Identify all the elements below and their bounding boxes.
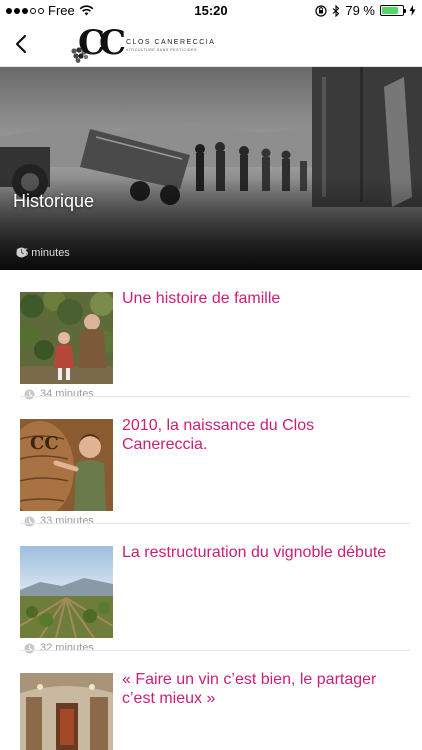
hero-banner[interactable]: Historique 35 minutes [0, 67, 422, 270]
item-thumbnail [20, 673, 113, 750]
list-item[interactable]: La restructuration du vignoble débute 32… [0, 524, 422, 654]
logo-mark: CC [70, 23, 126, 65]
nav-bar: CC CLOS CANERECCIA VITICULTURE SANS PEST… [0, 22, 422, 67]
chevron-left-icon [15, 34, 27, 54]
list-item[interactable]: « Faire un vin c’est bien, le partager c… [0, 651, 422, 750]
battery-percent: 79 % [345, 3, 375, 18]
item-title: La restructuration du vignoble débute [122, 544, 387, 561]
bluetooth-icon [332, 4, 340, 17]
hero-photo [0, 67, 422, 270]
item-thumbnail: CC [20, 419, 113, 511]
list-item[interactable]: CC 2010, la naissance du Clos Canereccia… [0, 397, 422, 527]
clock-icon [16, 247, 27, 258]
charging-bolt-icon [409, 5, 416, 16]
item-thumbnail [20, 546, 113, 638]
list-item[interactable]: Une histoire de famille 34 minutes [0, 270, 422, 400]
battery-icon [380, 5, 406, 16]
logo-name: CLOS CANERECCIA [126, 38, 216, 46]
status-right: 79 % [315, 3, 416, 18]
logo-subtitle: VITICULTURE SANS PESTICIDES [126, 47, 198, 52]
item-thumbnail [20, 292, 113, 384]
svg-text:CC: CC [30, 433, 59, 454]
back-button[interactable] [6, 28, 36, 60]
logo-text: CLOS CANERECCIA VITICULTURE SANS PESTICI… [126, 39, 215, 52]
battery-level [382, 7, 398, 14]
logo-monogram: CC [78, 23, 126, 63]
item-title: Une histoire de famille [122, 290, 281, 307]
hero-title: Historique [13, 191, 95, 211]
hero-duration: 35 minutes [16, 247, 70, 259]
item-title: 2010, la naissance du Clos Canereccia. [122, 417, 315, 453]
orientation-lock-icon [315, 4, 327, 17]
status-bar: Free 15:20 79 % [0, 0, 422, 22]
brand-logo: CC CLOS CANERECCIA VITICULTURE SANS PEST… [70, 23, 215, 65]
item-title: « Faire un vin c’est bien, le partager c… [122, 671, 377, 707]
